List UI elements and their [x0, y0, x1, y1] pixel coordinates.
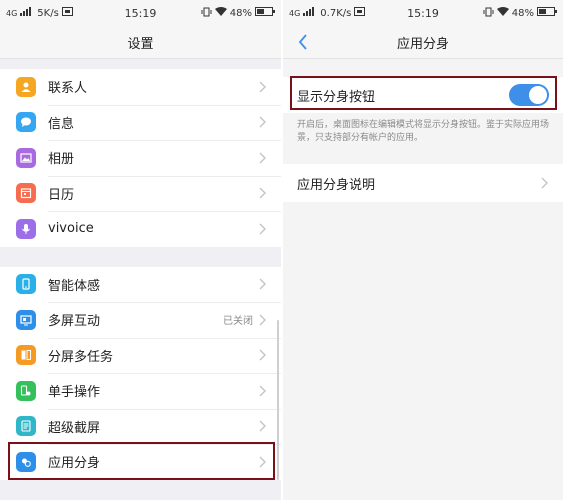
app-clone-screen: 4G 0.7K/s 15:19 48% 应用分身 显示分身按钮 开启后，桌面图标… — [283, 0, 563, 500]
chevron-right-icon — [259, 80, 269, 94]
album-icon — [16, 147, 36, 168]
signal-icon — [20, 7, 34, 19]
settings-item-label: 超级截屏 — [48, 420, 101, 436]
screenshot-icon — [16, 416, 36, 437]
chevron-right-icon — [541, 176, 551, 190]
battery-icon — [537, 7, 557, 19]
battery-percent: 48% — [511, 7, 534, 19]
toggle-description: 开启后，桌面图标在编辑模式将显示分身按钮。鉴于实际应用场景，只支持部分有帐户的应… — [297, 120, 550, 143]
settings-item-label: 智能体感 — [48, 278, 101, 294]
settings-item-label: 信息 — [48, 116, 75, 132]
contacts-icon — [16, 76, 36, 97]
settings-group-apps: 联系人 信息 相册 日历 vivoice — [0, 69, 281, 247]
settings-item-multiscreen[interactable]: 多屏互动 已关闭 — [0, 302, 281, 338]
notification-icon — [61, 7, 73, 19]
settings-item-label: 单手操作 — [48, 385, 101, 401]
speed-label: 5K/s — [37, 7, 59, 19]
split-screen-icon — [16, 345, 36, 366]
page-title: 设置 — [127, 36, 154, 52]
chevron-right-icon — [259, 277, 269, 291]
chevron-right-icon — [259, 384, 269, 398]
vibrate-icon — [201, 7, 212, 20]
settings-item-label: 多屏互动 — [48, 314, 101, 330]
signal-icon — [303, 7, 317, 19]
chevron-right-icon — [259, 455, 269, 469]
page-title: 应用分身 — [396, 36, 449, 52]
status-bar: 4G 5K/s 15:19 48% — [0, 0, 281, 26]
microphone-icon — [16, 218, 36, 239]
settings-item-label: vivoice — [48, 221, 94, 237]
battery-icon — [255, 7, 275, 19]
vibrate-icon — [483, 7, 494, 20]
wifi-icon — [496, 7, 509, 19]
battery-percent: 48% — [229, 7, 252, 19]
toggle-label: 显示分身按钮 — [297, 89, 376, 105]
settings-item-label: 联系人 — [48, 81, 88, 97]
settings-item-messages[interactable]: 信息 — [0, 104, 281, 141]
status-text: 已关闭 — [223, 316, 253, 328]
wifi-icon — [214, 7, 227, 19]
scrollbar[interactable] — [277, 320, 279, 480]
status-bar: 4G 0.7K/s 15:19 48% — [283, 0, 563, 26]
chevron-right-icon — [259, 222, 269, 236]
settings-item-smart-motion[interactable]: 智能体感 — [0, 267, 281, 303]
settings-screen: 4G 5K/s 15:19 48% 设置 联系人 信息 相册 日历 vivoic… — [0, 0, 281, 500]
settings-item-label: 应用分身 — [48, 456, 101, 472]
network-label: 4G — [6, 8, 18, 18]
chevron-right-icon — [259, 115, 269, 129]
toggle-knob — [529, 86, 547, 104]
network-label: 4G — [289, 8, 301, 18]
info-row-label: 应用分身说明 — [297, 177, 376, 193]
settings-group-features: 智能体感 多屏互动 已关闭 分屏多任务 单手操作 超级截屏 应用分身 — [0, 266, 281, 480]
chevron-right-icon — [259, 151, 269, 165]
one-hand-icon — [16, 380, 36, 401]
settings-item-contacts[interactable]: 联系人 — [0, 69, 281, 105]
back-arrow-icon[interactable] — [293, 31, 313, 53]
settings-item-label: 日历 — [48, 187, 75, 203]
show-clone-button-toggle[interactable] — [509, 84, 549, 106]
app-clone-icon — [16, 451, 36, 472]
calendar-icon — [16, 183, 36, 204]
settings-item-one-hand[interactable]: 单手操作 — [0, 373, 281, 409]
chevron-right-icon — [259, 186, 269, 200]
settings-item-calendar[interactable]: 日历 — [0, 175, 281, 212]
chevron-right-icon — [259, 348, 269, 362]
notification-icon — [354, 7, 366, 19]
multiscreen-icon — [16, 309, 36, 330]
settings-item-label: 相册 — [48, 152, 75, 168]
settings-item-app-clone[interactable]: 应用分身 — [0, 444, 281, 480]
chevron-right-icon — [259, 419, 269, 433]
screens: 4G 5K/s 15:19 48% 设置 联系人 信息 相册 日历 vivoic… — [0, 0, 563, 500]
settings-item-vivoice[interactable]: vivoice — [0, 211, 281, 247]
settings-item-super-screenshot[interactable]: 超级截屏 — [0, 408, 281, 445]
show-clone-button-row[interactable]: 显示分身按钮 — [283, 77, 563, 113]
nav-bar: 设置 — [0, 26, 281, 59]
app-clone-info-row[interactable]: 应用分身说明 — [283, 164, 563, 202]
motion-icon — [16, 274, 36, 295]
settings-item-album[interactable]: 相册 — [0, 140, 281, 176]
settings-item-label: 分屏多任务 — [48, 349, 114, 365]
settings-item-split-screen[interactable]: 分屏多任务 — [0, 337, 281, 374]
speed-label: 0.7K/s — [320, 7, 352, 19]
message-icon — [16, 112, 36, 133]
nav-bar: 应用分身 — [283, 26, 563, 59]
chevron-right-icon — [259, 313, 269, 327]
